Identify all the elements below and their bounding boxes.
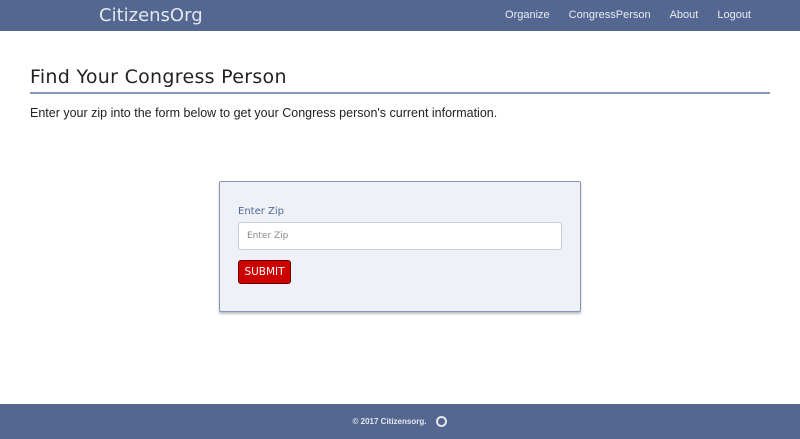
intro-text: Enter your zip into the form below to ge…: [30, 106, 498, 120]
nav-organize[interactable]: Organize: [505, 9, 550, 21]
title-divider: [30, 92, 770, 94]
nav-logout[interactable]: Logout: [717, 9, 751, 21]
navbar: CitizensOrg Organize CongressPerson Abou…: [0, 0, 800, 31]
submit-button[interactable]: SUBMIT: [238, 260, 291, 284]
nav-about[interactable]: About: [670, 9, 699, 21]
copyright-text: © 2017 Citizensorg.: [352, 417, 427, 426]
footer: © 2017 Citizensorg.: [0, 404, 800, 439]
zip-label: Enter Zip: [238, 206, 284, 217]
zip-input[interactable]: [238, 222, 562, 250]
brand-logo[interactable]: CitizensOrg: [99, 5, 203, 26]
nav-links: Organize CongressPerson About Logout: [505, 9, 751, 21]
zip-form: Enter Zip SUBMIT: [219, 181, 581, 312]
github-icon[interactable]: [436, 416, 448, 427]
page-title: Find Your Congress Person: [30, 66, 287, 88]
nav-congressperson[interactable]: CongressPerson: [569, 9, 651, 21]
